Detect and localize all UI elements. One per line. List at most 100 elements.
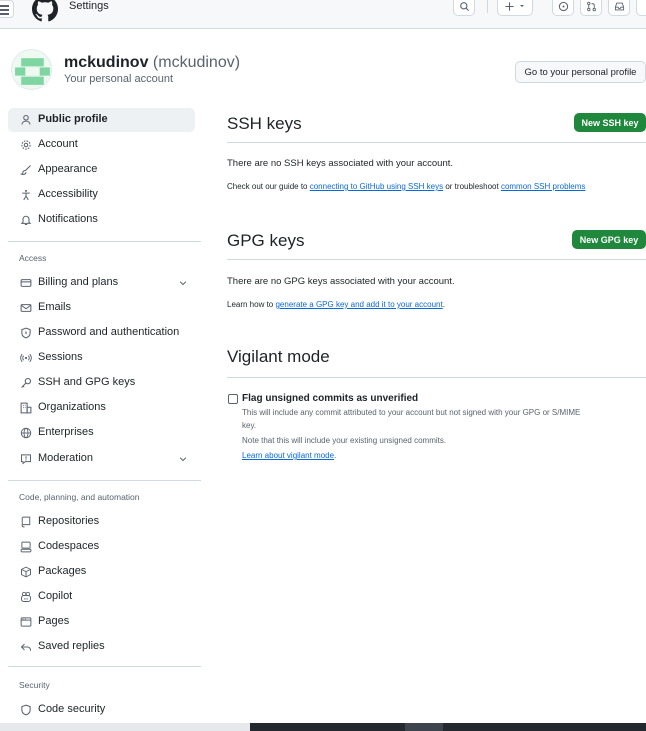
vigilant-desc-line2: key. bbox=[242, 421, 257, 430]
ssh-empty-message: There are no SSH keys associated with yo… bbox=[227, 158, 454, 169]
codespaces-icon bbox=[20, 541, 32, 553]
copilot-icon bbox=[20, 591, 32, 603]
vigilant-learn-suffix: . bbox=[334, 451, 337, 460]
pull-request-icon bbox=[586, 1, 596, 11]
sidebar-heading-code: Code, planning, and automation bbox=[19, 492, 140, 502]
menu-icon-bar bbox=[0, 13, 9, 15]
go-to-profile-button[interactable]: Go to your personal profile bbox=[515, 61, 646, 83]
gear-icon bbox=[20, 139, 32, 151]
section-divider bbox=[227, 142, 646, 143]
sidebar-item-label: Codespaces bbox=[38, 540, 100, 552]
ssh-guide-text: Check out our guide to connecting to Git… bbox=[227, 182, 585, 191]
gpg-learn-suffix: . bbox=[442, 300, 445, 309]
sidebar-item-packages[interactable]: Packages bbox=[8, 560, 195, 584]
menu-icon bbox=[0, 5, 9, 7]
account-type: Your personal account bbox=[64, 73, 174, 85]
gpg-learn-prefix: Learn how to bbox=[227, 300, 276, 309]
sidebar-item-label: Repositories bbox=[38, 515, 100, 527]
sidebar-item-label: Public profile bbox=[38, 113, 108, 125]
gpg-empty-message: There are no GPG keys associated with yo… bbox=[227, 276, 455, 287]
ssh-guide-mid: or troubleshoot bbox=[443, 182, 501, 191]
vigilant-mode-heading: Vigilant mode bbox=[227, 347, 330, 366]
inbox-button[interactable] bbox=[608, 0, 630, 16]
sidebar-item-ssh-gpg-keys[interactable]: SSH and GPG keys bbox=[8, 371, 195, 395]
header-separator bbox=[487, 0, 488, 13]
ssh-troubleshoot-link[interactable]: common SSH problems bbox=[501, 182, 585, 191]
sidebar-item-label: Accessibility bbox=[38, 188, 98, 200]
section-divider bbox=[227, 259, 646, 260]
key-icon bbox=[20, 377, 32, 389]
gpg-learn-link[interactable]: generate a GPG key and add it to your ac… bbox=[275, 300, 442, 309]
ssh-keys-heading: SSH keys bbox=[227, 114, 302, 133]
taskbar-item[interactable] bbox=[405, 723, 443, 731]
sidebar-item-label: Billing and plans bbox=[38, 276, 119, 288]
sidebar-item-label: Password and authentication bbox=[38, 326, 180, 338]
sidebar-item-moderation[interactable]: Moderation bbox=[8, 447, 195, 471]
sidebar-heading-security: Security bbox=[19, 680, 50, 690]
vigilant-desc-line1: This will include any commit attributed … bbox=[242, 408, 581, 417]
vigilant-learn-link[interactable]: Learn about vigilant mode bbox=[242, 451, 334, 460]
sidebar-item-label: Sessions bbox=[38, 351, 83, 363]
sidebar-item-pages[interactable]: Pages bbox=[8, 610, 195, 634]
chevron-down-icon bbox=[179, 281, 187, 286]
sidebar-item-accessibility[interactable]: Accessibility bbox=[8, 183, 195, 207]
menu-button[interactable] bbox=[0, 0, 14, 18]
sidebar-divider bbox=[8, 666, 201, 667]
sidebar-item-billing[interactable]: Billing and plans bbox=[8, 271, 195, 295]
sidebar-item-emails[interactable]: Emails bbox=[8, 296, 195, 320]
gpg-learn-text: Learn how to generate a GPG key and add … bbox=[227, 300, 445, 309]
new-ssh-key-button[interactable]: New SSH key bbox=[574, 113, 646, 132]
search-button[interactable] bbox=[453, 0, 475, 16]
repo-icon bbox=[20, 516, 32, 528]
sidebar-item-label: Pages bbox=[38, 615, 70, 627]
vigilant-learn-text: Learn about vigilant mode. bbox=[242, 451, 336, 460]
global-header: Settings bbox=[0, 0, 646, 29]
bell-icon bbox=[20, 214, 32, 226]
pull-requests-button[interactable] bbox=[580, 0, 602, 16]
sidebar-item-organizations[interactable]: Organizations bbox=[8, 396, 195, 420]
sidebar-item-label: Code security bbox=[38, 703, 106, 715]
sidebar-item-sessions[interactable]: Sessions bbox=[8, 346, 195, 370]
broadcast-icon bbox=[20, 352, 32, 364]
sidebar-item-label: Emails bbox=[38, 301, 72, 313]
github-logo[interactable] bbox=[32, 0, 58, 22]
sidebar-item-appearance[interactable]: Appearance bbox=[8, 158, 195, 182]
sidebar-item-label: Organizations bbox=[38, 401, 106, 413]
sidebar-item-label: Copilot bbox=[38, 590, 73, 602]
vigilant-mode-checkbox[interactable] bbox=[228, 394, 238, 404]
sidebar-heading-access: Access bbox=[19, 253, 47, 263]
sidebar-item-code-security[interactable]: Code security bbox=[8, 698, 195, 722]
sidebar-item-repositories[interactable]: Repositories bbox=[8, 510, 195, 534]
sidebar-item-account[interactable]: Account bbox=[8, 133, 195, 157]
package-icon bbox=[20, 566, 32, 578]
sidebar-item-notifications[interactable]: Notifications bbox=[8, 208, 195, 232]
identicon bbox=[12, 50, 51, 89]
sidebar-item-label: Appearance bbox=[38, 163, 98, 175]
avatar-menu-button[interactable] bbox=[636, 0, 646, 16]
issues-button[interactable] bbox=[552, 0, 574, 16]
paintbrush-icon bbox=[20, 164, 32, 176]
new-gpg-key-button[interactable]: New GPG key bbox=[572, 230, 646, 249]
sidebar-item-public-profile[interactable]: Public profile bbox=[8, 108, 195, 132]
ssh-guide-link[interactable]: connecting to GitHub using SSH keys bbox=[310, 182, 443, 191]
sidebar-item-codespaces[interactable]: Codespaces bbox=[8, 535, 195, 559]
report-icon bbox=[20, 453, 32, 465]
shield-lock-icon bbox=[20, 327, 32, 339]
sidebar-item-label: Account bbox=[38, 138, 78, 150]
sidebar-item-label: Packages bbox=[38, 565, 87, 577]
plus-icon bbox=[505, 1, 514, 11]
taskbar bbox=[250, 723, 646, 731]
create-new-button[interactable] bbox=[497, 0, 533, 16]
sidebar-item-copilot[interactable]: Copilot bbox=[8, 585, 195, 609]
person-icon bbox=[20, 114, 32, 126]
organization-icon bbox=[20, 402, 32, 414]
sidebar-item-saved-replies[interactable]: Saved replies bbox=[8, 635, 195, 659]
sidebar-divider bbox=[8, 480, 201, 481]
vigilant-mode-label[interactable]: Flag unsigned commits as unverified bbox=[242, 393, 418, 404]
search-icon bbox=[459, 1, 469, 11]
sidebar-item-enterprises[interactable]: Enterprises bbox=[8, 421, 195, 445]
sidebar-item-password[interactable]: Password and authentication bbox=[8, 321, 195, 345]
reply-icon bbox=[20, 641, 32, 653]
section-divider bbox=[227, 377, 646, 378]
sidebar-item-label: SSH and GPG keys bbox=[38, 376, 136, 388]
